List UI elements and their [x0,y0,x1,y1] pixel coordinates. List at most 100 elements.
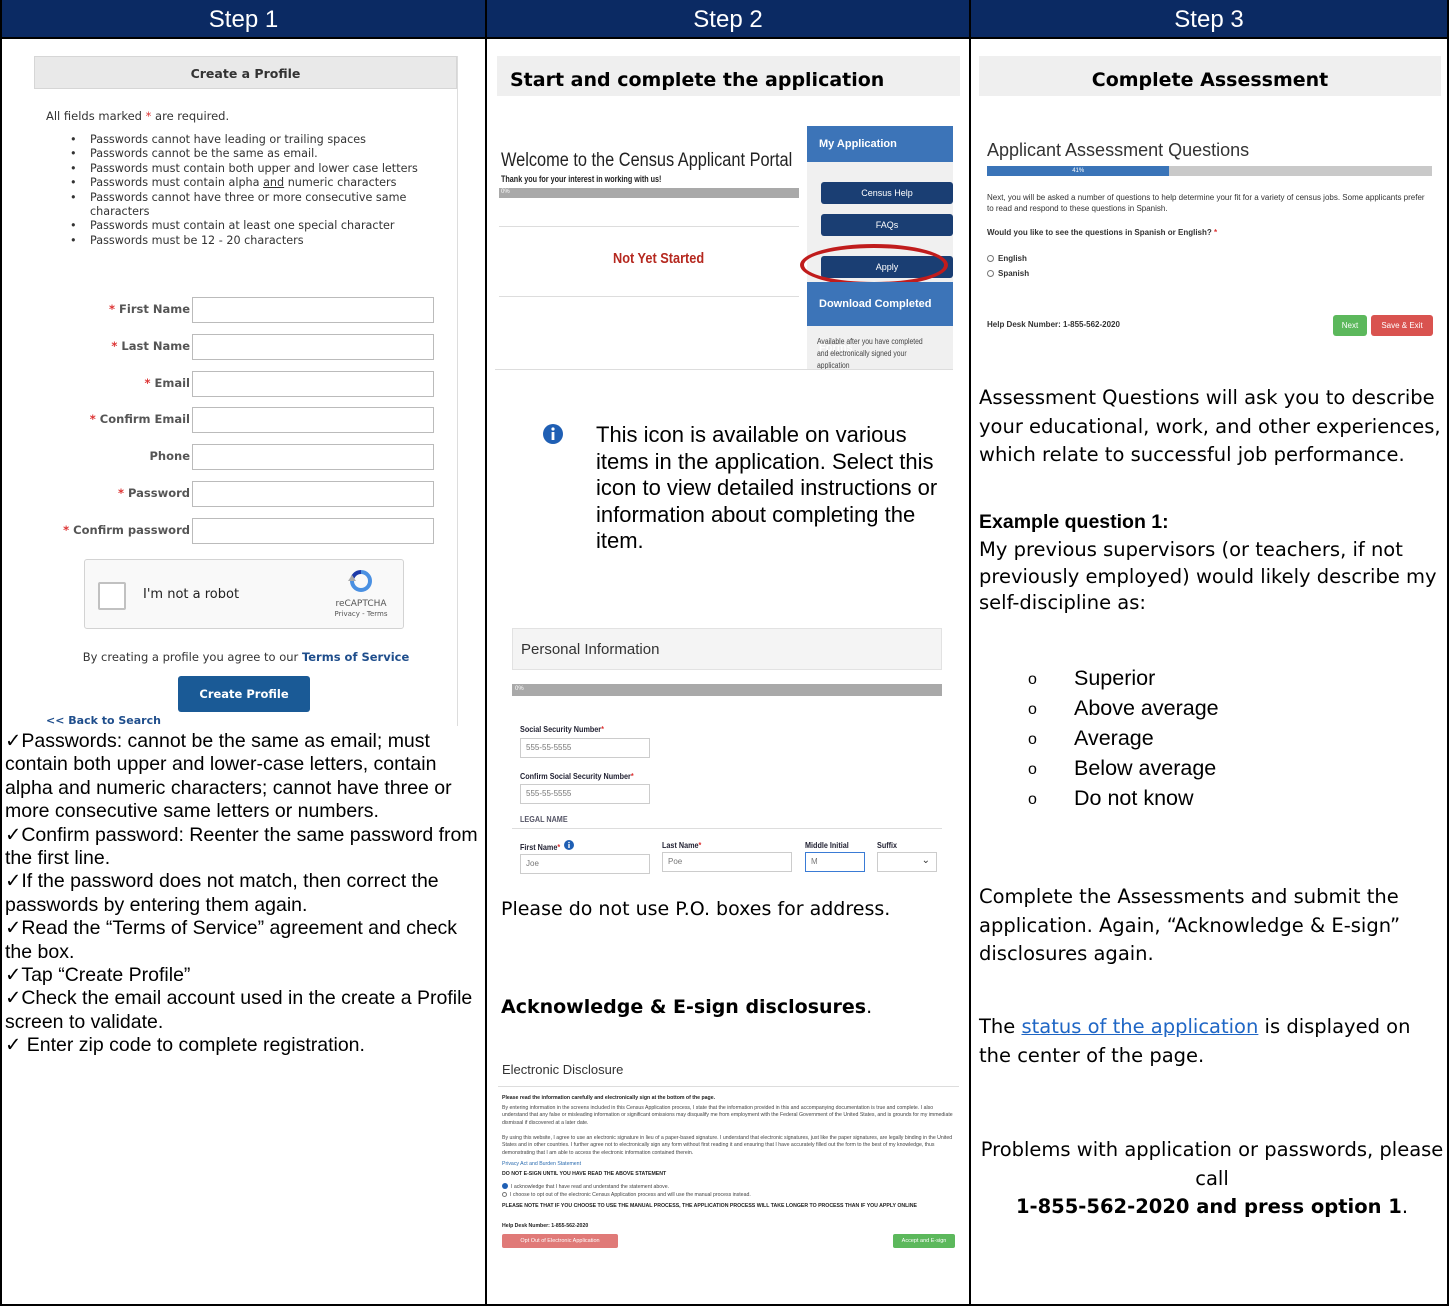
electronic-disclosure-screenshot: Electronic Disclosure Please read the in… [498,1055,959,1285]
confirm-password-row: * Confirm password [34,518,457,544]
confirm-email-label: * Confirm Email [89,412,190,426]
opt-out-radio[interactable]: I choose to opt out of the electronic Ce… [502,1192,955,1199]
rule-item: Passwords must contain both upper and lo… [70,162,440,177]
personal-information-screenshot: Personal Information 0% Social Security … [512,628,942,878]
first-name-label: * First Name [108,302,190,316]
radio-selected-icon [502,1183,508,1189]
po-box-note: Please do not use P.O. boxes for address… [501,898,891,920]
password-rules-list: Passwords cannot have leading or trailin… [70,133,457,249]
rule-underlined: and [263,176,285,190]
divider [512,828,942,829]
suffix-select[interactable]: ⌄ [877,852,937,872]
note-item: ✓Passwords: cannot be the same as email;… [5,730,452,823]
first-name-input[interactable] [192,297,434,323]
divider [499,296,799,297]
acknowledge-radio[interactable]: I acknowledge that I have read and under… [502,1183,955,1191]
email-input[interactable] [192,371,434,397]
note-item: ✓Confirm password: Reenter the same pass… [5,823,478,870]
required-note-post: are required. [151,109,230,123]
recaptcha-links[interactable]: Privacy - Terms [331,610,391,618]
chevron-down-icon: ⌄ [921,855,930,866]
first-name-input[interactable]: Joe [520,854,650,874]
assessment-progress-bar: 41% [987,166,1432,176]
step1-notes: ✓Passwords: cannot be the same as email;… [5,730,483,1058]
last-name-label: Last Name* [662,840,702,850]
personal-info-title: Personal Information [512,628,942,670]
confirm-email-input[interactable] [192,407,434,433]
create-profile-screenshot: Create a Profile All fields marked * are… [34,56,458,726]
terms-of-service-link[interactable]: Terms of Service [302,650,409,664]
example-option: Average [1028,723,1219,755]
create-profile-button[interactable]: Create Profile [178,676,310,712]
middle-initial-input[interactable]: M [805,852,865,872]
rule-item: Passwords must be 12 - 20 characters [70,234,440,249]
first-name-row: * First Name [34,297,457,323]
rule-item: Passwords must contain at least one spec… [70,219,440,234]
assessment-title: Applicant Assessment Questions [987,140,1250,160]
next-button[interactable]: Next [1333,315,1367,336]
acknowledge-heading: Acknowledge & E-sign disclosures. [501,996,873,1018]
example-heading: Example question 1: [979,511,1169,533]
last-name-input[interactable]: Poe [662,852,792,872]
password-label: * Password [117,486,190,500]
disclosure-title: Electronic Disclosure [498,1055,959,1087]
note-item: ✓If the password does not match, then co… [5,870,439,916]
manual-process-note: PLEASE NOTE THAT IF YOU CHOOSE TO USE TH… [502,1203,917,1209]
email-row: * Email [34,371,457,397]
status-note: The status of the application is display… [979,1015,1411,1067]
rule-item: Passwords cannot be the same as email. [70,147,440,162]
option-english[interactable]: English [987,254,1027,263]
ssn-input[interactable]: 555-55-5555 [520,738,650,758]
confirm-password-label: * Confirm password [63,523,190,537]
opt-out-button[interactable]: Opt Out of Electronic Application [502,1234,618,1248]
download-note: Available after you have completed and e… [817,337,923,370]
status-link[interactable]: status of the application [1021,1015,1258,1038]
password-row: * Password [34,481,457,507]
example-options: Superior Above average Average Below ave… [1028,663,1219,815]
confirm-email-row: * Confirm Email [34,407,457,433]
confirm-ssn-input[interactable]: 555-55-5555 [520,784,650,804]
note-item: ✓Check the email account used in the cre… [5,987,473,1033]
first-name-label: First Name* [520,842,561,852]
disclosure-warning: DO NOT E-SIGN UNTIL YOU HAVE READ THE AB… [502,1171,667,1177]
confirm-password-input[interactable] [192,518,434,544]
suffix-label: Suffix [877,840,898,850]
example-option: Above average [1028,693,1219,725]
password-input[interactable] [192,481,434,507]
option-spanish[interactable]: Spanish [987,269,1029,278]
portal-title: Welcome to the Census Applicant Portal [501,150,793,171]
create-profile-title: Create a Profile [34,56,457,89]
ssn-label: Social Security Number* [520,724,604,734]
last-name-input[interactable] [192,334,434,360]
back-to-search-link[interactable]: << Back to Search [46,714,161,726]
terms-line: By creating a profile you agree to our T… [34,650,457,664]
step1-column: Step 1 Create a Profile All fields marke… [0,0,485,1306]
middle-initial-label: Middle Initial [805,840,849,850]
legal-name-label: LEGAL NAME [520,814,568,824]
step3-header: Step 3 [971,0,1447,39]
phone-input[interactable] [192,444,434,470]
info-icon-description: This icon is available on various items … [596,422,938,553]
census-help-button[interactable]: Census Help [821,182,953,204]
terms-pre: By creating a profile you agree to our [82,650,302,664]
assessment-intro: Next, you will be asked a number of ques… [987,193,1425,213]
recaptcha-checkbox[interactable] [98,582,126,610]
required-note-pre: All fields marked [46,109,146,123]
save-exit-button[interactable]: Save & Exit [1371,315,1433,336]
privacy-act-link[interactable]: Privacy Act and Burden Statement [502,1161,955,1168]
assessment-progress-label: 41% [1072,168,1085,174]
phone-row: Phone [34,444,457,470]
example-option: Superior [1028,663,1219,695]
step2-column: Step 2 Start and complete the applicatio… [485,0,969,1306]
recaptcha-brand: reCAPTCHA [335,599,387,609]
step1-header: Step 1 [2,0,485,39]
faqs-button[interactable]: FAQs [821,214,953,236]
confirm-ssn-label: Confirm Social Security Number* [520,771,634,781]
accept-esign-button[interactable]: Accept and E-sign [893,1234,955,1248]
step3-heading: Complete Assessment [979,56,1441,96]
info-icon[interactable] [564,840,574,850]
note-item: ✓ Enter zip code to complete registratio… [5,1034,365,1057]
example-option: Do not know [1028,783,1219,815]
my-application-header: My Application [807,126,953,162]
personal-info-progress: 0% [512,684,942,696]
